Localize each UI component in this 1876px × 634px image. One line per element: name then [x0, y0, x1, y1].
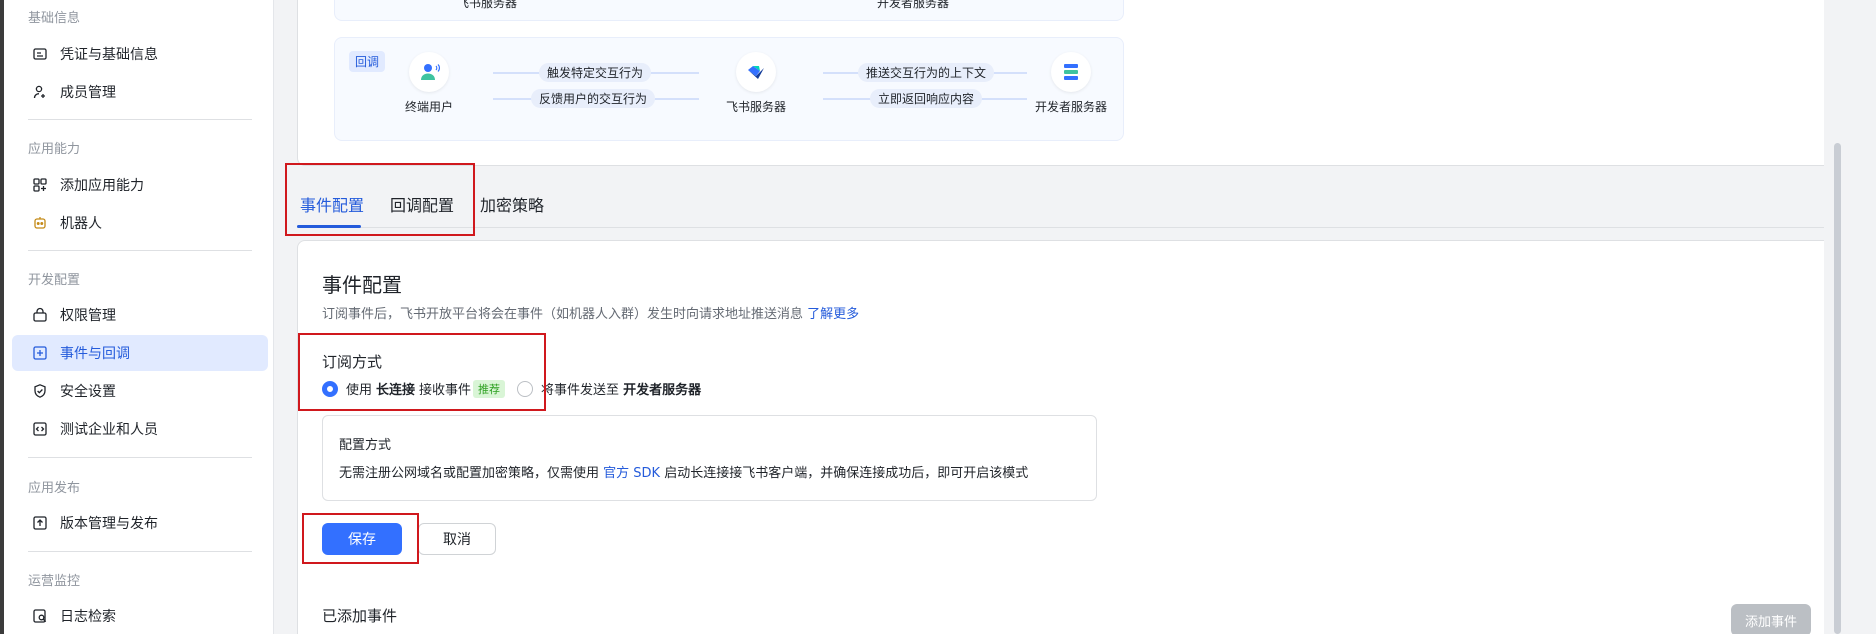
sidebar-item-permissions[interactable]: 权限管理	[12, 297, 268, 333]
option-text: 接收事件	[419, 383, 472, 398]
node-label: 开发者服务器	[1034, 100, 1107, 114]
config-text: 启动长连接接飞书客户端，并确保连接成功后，即可开启该模式	[664, 466, 1029, 481]
section-description: 订阅事件后，飞书开放平台将会在事件（如机器人入群）发生时向请求地址推送消息 了解…	[322, 303, 859, 322]
sidebar-divider	[28, 457, 252, 458]
node-feishu-server: 飞书服务器	[711, 52, 801, 115]
config-method-title: 配置方式	[339, 438, 392, 453]
radio-dev-server[interactable]	[517, 380, 534, 397]
log-search-icon	[32, 608, 48, 624]
event-flow-box: 飞书服务器 开发者服务器	[334, 0, 1124, 21]
sidebar-item-label: 测试企业和人员	[60, 422, 158, 438]
section-title: 事件配置	[322, 273, 402, 297]
sidebar-item-label: 权限管理	[60, 308, 116, 324]
learn-more-link[interactable]: 了解更多	[807, 307, 859, 322]
node-label: 终端用户	[404, 100, 453, 114]
arrow-label-push-context: 推送交互行为的上下文	[858, 63, 995, 82]
arrow-label-return: 立即返回响应内容	[870, 89, 983, 108]
node-label: 飞书服务器	[725, 100, 786, 114]
top-node-dev-server: 开发者服务器	[877, 0, 950, 10]
arrow-label-feedback: 反馈用户的交互行为	[531, 89, 656, 108]
config-method-box: 配置方式 无需注册公网域名或配置加密策略，仅需使用 官方 SDK 启动长连接接飞…	[322, 415, 1097, 501]
sidebar-item-members[interactable]: 成员管理	[12, 74, 268, 110]
sidebar-divider	[28, 119, 252, 120]
server-icon	[1051, 52, 1091, 92]
subscribe-method-options: 使用 长连接 接收事件 推荐 将事件发送至 开发者服务器	[322, 379, 717, 398]
robot-icon	[32, 215, 48, 231]
event-icon	[32, 345, 48, 361]
sidebar-item-label: 机器人	[60, 216, 102, 232]
sidebar-item-log-search[interactable]: 日志检索	[12, 598, 268, 634]
tab-callback-config[interactable]: 回调配置	[390, 192, 454, 216]
option-text-bold: 长连接	[376, 383, 416, 398]
config-method-description: 无需注册公网域名或配置加密策略，仅需使用 官方 SDK 启动长连接接飞书客户端，…	[339, 462, 1028, 481]
callback-flow-box: 回调 终端用户 触发特定交互行为 反馈用户的交互行为 飞书服务器 推送交互行为的…	[334, 37, 1124, 141]
sidebar-item-label: 日志检索	[60, 609, 116, 625]
sidebar-group-basic: 基础信息	[28, 11, 81, 26]
option-dev-server[interactable]: 将事件发送至 开发者服务器	[517, 379, 705, 398]
main-content: 飞书服务器 开发者服务器 回调 终端用户 触发特定交互行为 反馈用户的交互行为 …	[275, 0, 1850, 634]
node-dev-server: 开发者服务器	[1026, 52, 1116, 115]
tab-encryption[interactable]: 加密策略	[480, 192, 544, 216]
sidebar-item-label: 安全设置	[60, 384, 116, 400]
radio-long-connection[interactable]	[322, 380, 338, 397]
shield-icon	[32, 383, 48, 399]
tab-event-config[interactable]: 事件配置	[300, 192, 364, 216]
sidebar-item-bot[interactable]: 机器人	[12, 205, 268, 241]
sidebar-group-release: 应用发布	[28, 481, 81, 496]
feishu-logo-icon	[736, 52, 776, 92]
sidebar-item-label: 成员管理	[60, 85, 116, 101]
save-button[interactable]: 保存	[322, 523, 402, 555]
sidebar-item-events-callbacks[interactable]: 事件与回调	[12, 335, 268, 371]
sidebar-item-label: 事件与回调	[60, 346, 130, 362]
id-card-icon	[32, 46, 48, 62]
sidebar-item-label: 版本管理与发布	[60, 516, 158, 532]
flow-diagram-card: 飞书服务器 开发者服务器 回调 终端用户 触发特定交互行为 反馈用户的交互行为 …	[297, 0, 1837, 166]
option-text: 使用	[346, 383, 373, 398]
user-add-icon	[32, 84, 48, 100]
key-icon	[32, 307, 48, 323]
sidebar-group-monitor: 运营监控	[28, 574, 81, 589]
added-events-title: 已添加事件	[322, 607, 398, 625]
sidebar-item-add-capability[interactable]: 添加应用能力	[12, 167, 268, 203]
upload-icon	[32, 515, 48, 531]
code-icon	[32, 421, 48, 437]
config-tabs: 事件配置 回调配置 加密策略	[297, 178, 1837, 228]
add-event-button[interactable]: 添加事件	[1731, 604, 1811, 634]
node-end-user: 终端用户	[384, 52, 474, 115]
callback-tag: 回调	[349, 51, 386, 72]
cancel-button[interactable]: 取消	[418, 523, 496, 555]
official-sdk-link[interactable]: 官方 SDK	[603, 466, 660, 481]
sidebar-item-test-org[interactable]: 测试企业和人员	[12, 411, 268, 447]
description-text: 订阅事件后，飞书开放平台将会在事件（如机器人入群）发生时向请求地址推送消息	[322, 307, 804, 322]
sidebar-item-credentials[interactable]: 凭证与基础信息	[12, 36, 268, 72]
arrow-label-trigger: 触发特定交互行为	[539, 63, 652, 82]
scrollbar-thumb[interactable]	[1834, 143, 1841, 634]
sidebar-item-security[interactable]: 安全设置	[12, 373, 268, 409]
tab-ink-bar	[297, 225, 361, 228]
config-text: 无需注册公网域名或配置加密策略，仅需使用	[339, 466, 600, 481]
apps-add-icon	[32, 177, 48, 193]
sidebar-group-dev: 开发配置	[28, 273, 81, 288]
sidebar-item-versions[interactable]: 版本管理与发布	[12, 505, 268, 541]
sidebar-item-label: 凭证与基础信息	[60, 47, 158, 63]
sidebar-group-capability: 应用能力	[28, 142, 81, 157]
option-long-connection[interactable]: 使用 长连接 接收事件 推荐	[322, 379, 506, 398]
sidebar-divider	[28, 551, 252, 552]
sidebar-divider	[28, 250, 252, 251]
option-text-bold: 开发者服务器	[623, 383, 702, 398]
sidebar-item-label: 添加应用能力	[60, 178, 144, 194]
user-icon	[409, 52, 449, 92]
recommended-badge: 推荐	[473, 379, 506, 398]
sidebar: 基础信息 凭证与基础信息 成员管理 应用能力 添加应用能力 机器人 开发配置 权…	[4, 0, 274, 634]
option-text: 将事件发送至	[541, 383, 620, 398]
subscribe-method-title: 订阅方式	[322, 353, 383, 371]
event-config-card: 事件配置 订阅事件后，飞书开放平台将会在事件（如机器人入群）发生时向请求地址推送…	[297, 240, 1837, 634]
top-node-feishu-server: 飞书服务器	[457, 0, 518, 10]
